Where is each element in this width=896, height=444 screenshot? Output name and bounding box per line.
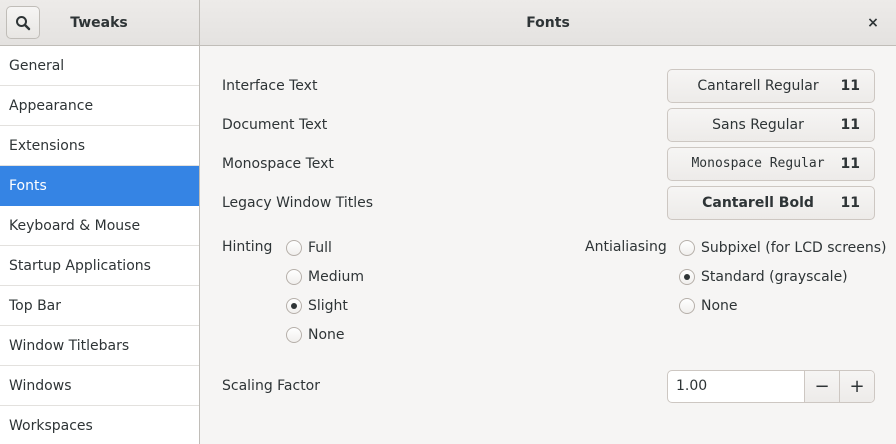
sidebar-item-label: Windows (9, 378, 72, 394)
close-button[interactable]: × (858, 8, 888, 38)
legacy-font-size: 11 (840, 195, 860, 211)
radio-button-checked[interactable] (286, 298, 302, 314)
header-bar: Tweaks Fonts × (0, 0, 896, 46)
interface-font-size: 11 (840, 78, 860, 94)
sidebar-item-label: Extensions (9, 138, 86, 154)
interface-font-name: Cantarell Regular (697, 78, 819, 94)
radio-button[interactable] (286, 269, 302, 285)
scaling-factor-input[interactable]: 1.00 (676, 371, 707, 402)
scaling-factor-spinbutton: 1.00 − + (667, 370, 875, 403)
legacy-font-button[interactable]: Cantarell Bold 11 (667, 186, 875, 220)
interface-font-button[interactable]: Cantarell Regular 11 (667, 69, 875, 103)
sidebar-item-label: Appearance (9, 98, 94, 114)
document-text-label: Document Text (222, 117, 328, 133)
legacy-window-titles-label: Legacy Window Titles (222, 195, 374, 211)
sidebar-item-workspaces[interactable]: Workspaces (0, 406, 199, 444)
hinting-label: Hinting (222, 239, 273, 255)
radio-label: Slight (308, 298, 348, 314)
sidebar-item-label: Workspaces (9, 418, 93, 434)
fonts-panel: Interface Text Cantarell Regular 11 Docu… (200, 46, 896, 444)
sidebar-item-appearance[interactable]: Appearance (0, 86, 199, 126)
radio-label: Full (308, 240, 332, 256)
monospace-font-name: Monospace Regular (691, 156, 825, 171)
radio-label: None (701, 298, 738, 314)
radio-label: Subpixel (for LCD screens) (701, 240, 887, 256)
radio-button[interactable] (286, 327, 302, 343)
search-icon (16, 15, 31, 30)
sidebar-item-window-titlebars[interactable]: Window Titlebars (0, 326, 199, 366)
header-sidebar-section: Tweaks (0, 0, 200, 46)
interface-text-label: Interface Text (222, 78, 318, 94)
sidebar-item-general[interactable]: General (0, 46, 199, 86)
page-title: Fonts (526, 15, 570, 31)
antialiasing-option-subpixel[interactable]: Subpixel (for LCD screens) (679, 237, 887, 259)
radio-button[interactable] (679, 298, 695, 314)
sidebar-item-label: Window Titlebars (9, 338, 130, 354)
app-title: Tweaks (70, 15, 128, 31)
sidebar-item-label: Top Bar (9, 298, 62, 314)
monospace-text-label: Monospace Text (222, 156, 334, 172)
radio-button[interactable] (286, 240, 302, 256)
sidebar: General Appearance Extensions Fonts Keyb… (0, 46, 200, 444)
sidebar-item-startup-applications[interactable]: Startup Applications (0, 246, 199, 286)
radio-label: None (308, 327, 345, 343)
antialiasing-option-none[interactable]: None (679, 295, 738, 317)
hinting-option-none[interactable]: None (286, 324, 345, 346)
legacy-font-name: Cantarell Bold (702, 195, 814, 211)
scaling-factor-label: Scaling Factor (222, 378, 321, 394)
document-font-button[interactable]: Sans Regular 11 (667, 108, 875, 142)
sidebar-item-label: General (9, 58, 65, 74)
radio-button-checked[interactable] (679, 269, 695, 285)
document-font-size: 11 (840, 117, 860, 133)
minus-icon: − (814, 376, 830, 397)
radio-label: Standard (grayscale) (701, 269, 848, 285)
close-icon: × (867, 15, 879, 31)
hinting-option-slight[interactable]: Slight (286, 295, 348, 317)
sidebar-item-extensions[interactable]: Extensions (0, 126, 199, 166)
antialiasing-option-standard[interactable]: Standard (grayscale) (679, 266, 848, 288)
search-button[interactable] (6, 6, 40, 39)
sidebar-item-keyboard-mouse[interactable]: Keyboard & Mouse (0, 206, 199, 246)
hinting-option-full[interactable]: Full (286, 237, 332, 259)
hinting-option-medium[interactable]: Medium (286, 266, 364, 288)
sidebar-item-label: Startup Applications (9, 258, 151, 274)
sidebar-item-fonts[interactable]: Fonts (0, 166, 199, 206)
antialiasing-label: Antialiasing (585, 239, 667, 255)
sidebar-item-windows[interactable]: Windows (0, 366, 199, 406)
monospace-font-button[interactable]: Monospace Regular 11 (667, 147, 875, 181)
sidebar-item-top-bar[interactable]: Top Bar (0, 286, 199, 326)
decrement-button[interactable]: − (804, 371, 839, 402)
plus-icon: + (849, 376, 865, 397)
radio-button[interactable] (679, 240, 695, 256)
sidebar-item-label: Keyboard & Mouse (9, 218, 141, 234)
radio-label: Medium (308, 269, 364, 285)
sidebar-item-label: Fonts (9, 178, 47, 194)
increment-button[interactable]: + (839, 371, 874, 402)
document-font-name: Sans Regular (712, 117, 804, 133)
monospace-font-size: 11 (840, 156, 860, 172)
